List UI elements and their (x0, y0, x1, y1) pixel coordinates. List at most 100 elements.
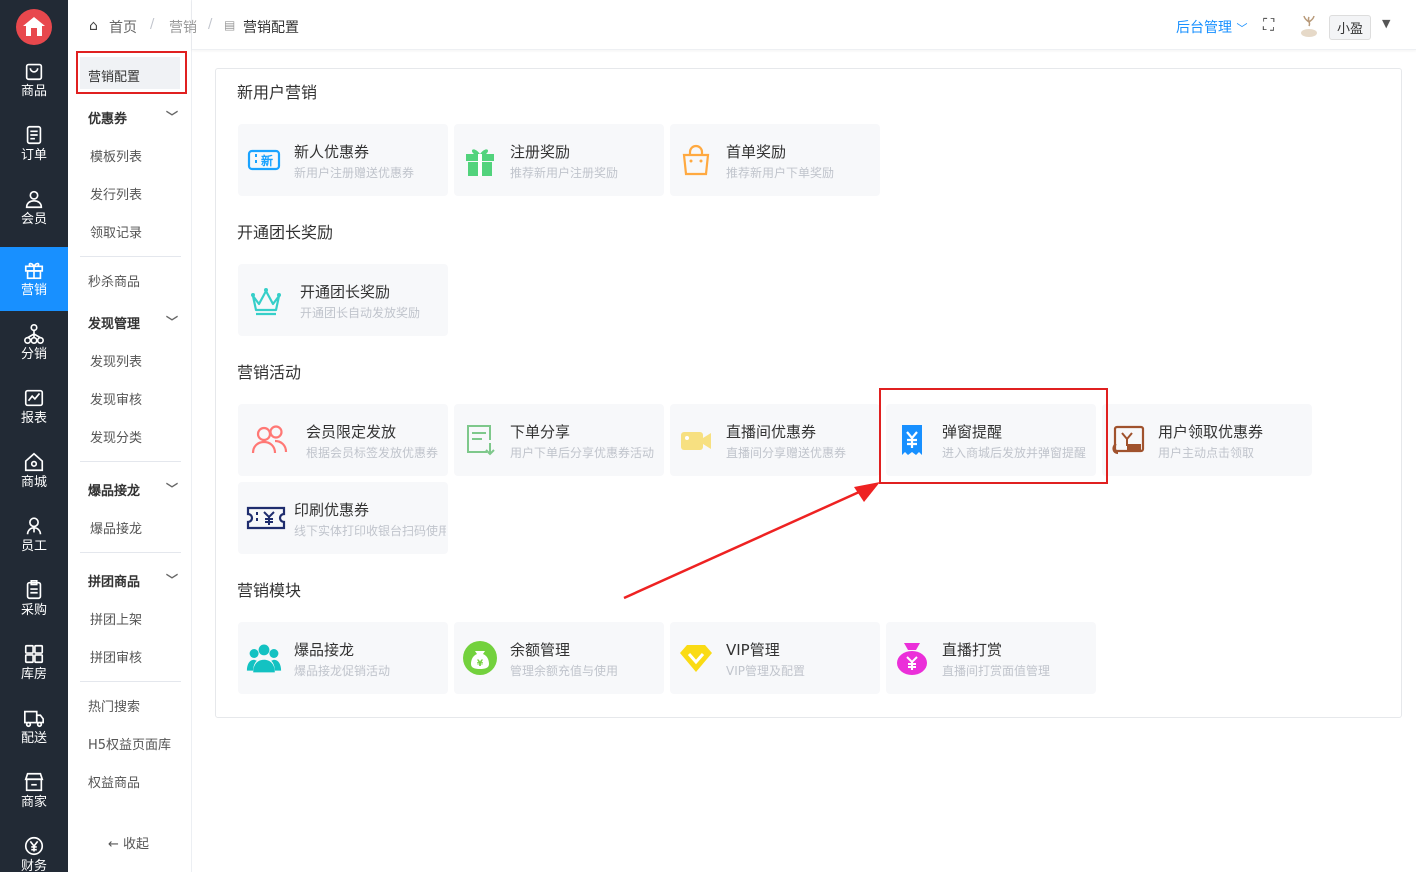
sub-nav-item[interactable]: 拼团审核 (90, 647, 142, 666)
rail-item-mall[interactable]: 商城 (0, 439, 68, 503)
members-icon (248, 422, 292, 458)
vip-diamond-icon (678, 640, 714, 676)
sub-nav-item[interactable]: 爆品接龙 (90, 518, 142, 537)
sub-nav-item[interactable]: 领取记录 (90, 222, 142, 241)
sub-nav-item-flash-sale[interactable]: 秒杀商品 (88, 271, 140, 290)
video-camera-icon (678, 422, 714, 458)
yen-icon (24, 836, 44, 856)
card-desc: 管理余额充值与使用 (510, 664, 619, 678)
chevron-down-icon: ﹀ (165, 482, 178, 496)
rail-item-reports[interactable]: 报表 (0, 375, 68, 439)
card-printed-coupon[interactable]: 印刷优惠券 线下实体打印收银台扫码使用 (238, 482, 448, 554)
sub-nav-item[interactable]: 发行列表 (90, 184, 142, 203)
sub-nav-item[interactable]: 发现分类 (90, 427, 142, 446)
card-desc: 用户主动点击领取 (1158, 446, 1255, 460)
chevron-down-icon: ﹀ (165, 573, 178, 587)
breadcrumb-marketing[interactable]: 营销 (169, 17, 197, 37)
arrow-left-icon: ← (108, 837, 119, 852)
card-order-share[interactable]: 下单分享 用户下单后分享优惠券活动 (454, 404, 664, 476)
card-member-exclusive[interactable]: 会员限定发放 根据会员标签发放优惠券 (238, 404, 448, 476)
breadcrumb-home[interactable]: 首页 (109, 17, 137, 37)
card-desc: VIP管理及配置 (726, 664, 805, 678)
card-live-coupon[interactable]: 直播间优惠券 直播间分享赠送优惠券 (670, 404, 880, 476)
rail-label: 订单 (20, 148, 47, 163)
sub-nav-group-group-buy[interactable]: 拼团商品 ﹀ (88, 571, 184, 590)
sub-nav-item-h5-library[interactable]: H5权益页面库 (88, 734, 171, 753)
collapse-button[interactable]: ← 收起 (108, 833, 149, 852)
username[interactable]: 小盈 (1329, 15, 1372, 40)
reward-bag-icon (894, 640, 930, 676)
section-title-activities: 营销活动 (237, 363, 302, 382)
card-desc: 线下实体打印收银台扫码使用 (294, 524, 446, 538)
rail-label: 会员 (20, 212, 47, 227)
card-desc: 爆品接龙促销活动 (294, 664, 391, 678)
main-nav-rail: 商品 订单 会员 营销 分销 报表 商城 员工 采购 库房 配送 商家 财务 (0, 0, 68, 872)
rail-item-merchant[interactable]: 商家 (0, 759, 68, 823)
sub-nav-item-benefit-goods[interactable]: 权益商品 (88, 772, 140, 791)
logo-icon[interactable] (16, 9, 52, 45)
svg-text:¥: ¥ (477, 659, 484, 669)
rail-item-marketing[interactable]: 营销 (0, 247, 68, 311)
admin-menu-label: 后台管理 (1176, 20, 1232, 36)
network-icon (24, 324, 44, 344)
rail-item-warehouse[interactable]: 库房 (0, 631, 68, 695)
gift-icon (24, 262, 44, 280)
card-desc: 用户下单后分享优惠券活动 (510, 446, 655, 460)
card-first-order-reward[interactable]: 首单奖励 推荐新用户下单奖励 (670, 124, 880, 196)
bag-icon (25, 63, 43, 81)
card-hot-relay[interactable]: 爆品接龙 爆品接龙促销活动 (238, 622, 448, 694)
group-title: 拼团商品 (88, 575, 141, 590)
rail-item-finance[interactable]: 财务 (0, 823, 68, 872)
card-title: 直播间优惠券 (726, 423, 817, 441)
staff-icon (26, 517, 42, 535)
card-balance-management[interactable]: ¥ 余额管理 管理余额充值与使用 (454, 622, 664, 694)
card-desc: 直播间打赏面值管理 (942, 664, 1051, 678)
sub-nav-item-hot-search[interactable]: 热门搜索 (88, 696, 140, 715)
card-live-tipping[interactable]: 直播打赏 直播间打赏面值管理 (886, 622, 1096, 694)
sub-nav-group-hot-relay[interactable]: 爆品接龙 ﹀ (88, 480, 184, 499)
sub-nav-item[interactable]: 拼团上架 (90, 609, 142, 628)
rail-item-distribution[interactable]: 分销 (0, 311, 68, 375)
card-register-reward[interactable]: 注册奖励 推荐新用户注册奖励 (454, 124, 664, 196)
admin-menu-dropdown[interactable]: 后台管理 ﹀ (1176, 17, 1247, 37)
rail-item-orders[interactable]: 订单 (0, 112, 68, 176)
chevron-down-icon: ﹀ (165, 110, 178, 124)
share-download-icon (462, 422, 498, 458)
sub-nav-item[interactable]: 发现审核 (90, 389, 142, 408)
card-title: 印刷优惠券 (294, 501, 370, 519)
rail-item-members[interactable]: 会员 (0, 176, 68, 240)
rail-item-goods[interactable]: 商品 (0, 48, 68, 112)
card-title: 开通团长奖励 (300, 283, 391, 301)
sub-nav-group-discover[interactable]: 发现管理 ﹀ (88, 313, 184, 332)
card-title: 注册奖励 (510, 143, 571, 161)
card-title: 直播打赏 (942, 641, 1003, 659)
rail-item-purchase[interactable]: 采购 (0, 567, 68, 631)
truck-icon (24, 710, 44, 728)
card-group-leader-reward[interactable]: 开通团长奖励 开通团长自动发放奖励 (238, 264, 448, 336)
highlight-box-popup-reminder (879, 388, 1108, 484)
rail-label: 报表 (20, 411, 47, 426)
rail-label: 分销 (20, 347, 47, 362)
rail-item-staff[interactable]: 员工 (0, 503, 68, 567)
card-title: VIP管理 (726, 641, 780, 659)
sub-nav-item[interactable]: 发现列表 (90, 351, 142, 370)
gift-box-icon (462, 142, 498, 178)
breadcrumb-current: 营销配置 (243, 20, 299, 36)
card-vip-management[interactable]: VIP管理 VIP管理及配置 (670, 622, 880, 694)
fullscreen-icon[interactable]: ⛶ (1263, 15, 1274, 35)
card-desc: 推荐新用户下单奖励 (726, 166, 835, 180)
card-user-claim-coupon[interactable]: 用户领取优惠券 用户主动点击领取 (1102, 404, 1312, 476)
rail-item-delivery[interactable]: 配送 (0, 695, 68, 759)
sub-nav-group-coupons[interactable]: 优惠券 ﹀ (88, 108, 184, 127)
annotation-arrow (623, 482, 880, 600)
section-title-new-user: 新用户营销 (237, 83, 318, 102)
avatar[interactable] (1297, 13, 1321, 39)
sub-nav-item[interactable]: 模板列表 (90, 146, 142, 165)
rail-label: 商城 (20, 475, 47, 490)
card-new-user-coupon[interactable]: 新 新人优惠券 新用户注册赠送优惠券 (238, 124, 448, 196)
card-title: 新人优惠券 (294, 143, 370, 161)
card-title: 会员限定发放 (306, 423, 397, 441)
sub-nav-item-marketing-config[interactable]: 营销配置 (88, 66, 140, 85)
card-title: 余额管理 (510, 641, 571, 659)
caret-down-icon[interactable]: ▼ (1382, 17, 1390, 30)
